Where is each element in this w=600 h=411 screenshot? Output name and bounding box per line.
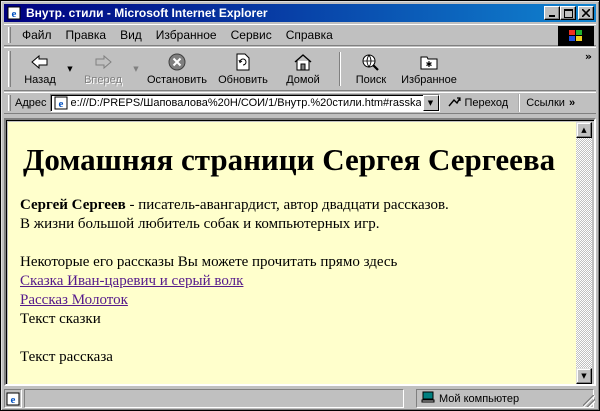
address-url: e:///D:/PREPS/Шаповалова%20Н/СОИ/1/Внутр…: [70, 97, 421, 109]
chevron-down-icon: ▼: [427, 99, 434, 107]
go-arrow-icon: [447, 96, 462, 111]
maximize-button[interactable]: [560, 6, 576, 20]
menu-tools[interactable]: Сервис: [224, 28, 279, 42]
author-name: Сергей Сергеев: [20, 196, 126, 213]
menu-view[interactable]: Вид: [113, 28, 149, 42]
stop-button[interactable]: Остановить: [141, 48, 213, 90]
content-frame: Домашняя страници Сергея Сергеева Сергей…: [4, 118, 596, 386]
browser-window: e Внутр. стили - Microsoft Internet Expl…: [0, 0, 600, 411]
back-button[interactable]: Назад: [15, 48, 65, 90]
link-tale[interactable]: Сказка Иван-царевич и серый волк: [20, 273, 243, 289]
status-page-icon: e: [4, 389, 22, 408]
menu-edit[interactable]: Правка: [59, 28, 114, 42]
toolbar-overflow-chevron-icon[interactable]: »: [585, 50, 592, 63]
favorites-folder-icon: ✱: [419, 52, 439, 72]
forward-arrow-icon: [93, 52, 113, 72]
back-dropdown[interactable]: ▼: [65, 48, 75, 90]
windows-logo-icon: [558, 26, 594, 46]
link-story[interactable]: Рассказ Молоток: [20, 292, 128, 308]
chevron-down-icon: ▼: [67, 65, 73, 73]
back-label: Назад: [24, 74, 56, 86]
menu-help[interactable]: Справка: [279, 28, 340, 42]
stop-icon: [168, 52, 186, 72]
search-button[interactable]: Поиск: [347, 48, 395, 90]
ie-icon: e: [6, 5, 22, 21]
forward-label: Вперед: [84, 74, 122, 86]
window-title: Внутр. стили - Microsoft Internet Explor…: [26, 6, 268, 20]
refresh-icon: [235, 52, 251, 72]
svg-text:e: e: [11, 394, 16, 406]
stories-intro: Некоторые его рассказы Вы можете прочита…: [20, 253, 398, 270]
refresh-label: Обновить: [218, 74, 268, 86]
page-status-icon: e: [6, 392, 20, 406]
favorites-label: Избранное: [401, 74, 457, 86]
svg-text:✱: ✱: [426, 60, 433, 69]
minimize-button[interactable]: [544, 6, 560, 20]
menu-favorites[interactable]: Избранное: [149, 28, 224, 42]
home-button[interactable]: Домой: [273, 48, 333, 90]
minimize-icon: [549, 15, 555, 17]
close-button[interactable]: [578, 6, 594, 20]
search-label: Поиск: [355, 74, 387, 86]
standard-toolbar: Назад ▼ Вперед ▼ Остановить Обновить Дом…: [4, 47, 596, 91]
back-arrow-icon: [30, 52, 50, 72]
home-icon: [293, 52, 313, 72]
toolbar-separator: [339, 52, 341, 86]
menu-file[interactable]: Файл: [15, 28, 59, 42]
forward-dropdown[interactable]: ▼: [131, 48, 141, 90]
menu-bar: Файл Правка Вид Избранное Сервис Справка: [4, 24, 596, 46]
status-text-pane: [24, 389, 404, 408]
svg-text:e: e: [12, 8, 17, 20]
address-bar: Адрес e e:///D:/PREPS/Шаповалова%20Н/СОИ…: [4, 92, 596, 114]
refresh-button[interactable]: Обновить: [213, 48, 273, 90]
zone-label: Мой компьютер: [439, 392, 520, 405]
arrow-up-icon: ▲: [581, 126, 587, 134]
chevron-down-icon: ▼: [133, 65, 139, 73]
page-icon: e: [53, 95, 69, 111]
arrow-down-icon: ▼: [581, 372, 587, 380]
page-heading: Домашняя страници Сергея Сергеева: [23, 142, 556, 177]
status-zone: Мой компьютер: [416, 389, 594, 408]
svg-text:e: e: [58, 98, 63, 110]
close-icon: [582, 9, 590, 17]
resize-grip[interactable]: [583, 395, 595, 407]
scroll-up-button[interactable]: ▲: [576, 122, 592, 138]
address-input[interactable]: e e:///D:/PREPS/Шаповалова%20Н/СОИ/1/Вну…: [49, 94, 440, 112]
title-bar[interactable]: e Внутр. стили - Microsoft Internet Expl…: [4, 4, 596, 22]
stop-label: Остановить: [146, 74, 208, 86]
page-content: Домашняя страници Сергея Сергеева Сергей…: [8, 122, 580, 384]
address-label: Адрес: [15, 97, 47, 109]
menu-grip[interactable]: [8, 27, 11, 43]
intro-line-2: В жизни большой любитель собак и компьют…: [20, 215, 380, 232]
address-grip[interactable]: [8, 95, 11, 111]
address-dropdown-button[interactable]: ▼: [422, 95, 439, 111]
maximize-icon: [563, 8, 573, 18]
status-bar: e Мой компьютер: [4, 389, 596, 408]
toolbar-grip[interactable]: [8, 51, 11, 87]
links-button[interactable]: Ссылки »: [518, 94, 575, 112]
go-button[interactable]: Переход: [447, 96, 509, 111]
tale-text: Текст сказки: [20, 310, 101, 327]
intro-line-1: - писатель-авангардист, автор двадцати р…: [125, 196, 449, 213]
links-chevron-icon: »: [568, 97, 576, 109]
computer-icon: [421, 391, 435, 406]
search-globe-icon: [361, 52, 381, 72]
home-label: Домой: [286, 74, 320, 86]
scroll-down-button[interactable]: ▼: [576, 368, 592, 384]
intro-paragraph: Сергей Сергеев - писатель-авангардист, а…: [20, 196, 568, 215]
links-label: Ссылки: [526, 97, 565, 109]
vertical-scrollbar[interactable]: ▲ ▼: [576, 122, 592, 384]
story-text: Текст рассказа: [20, 348, 113, 365]
favorites-button[interactable]: ✱ Избранное: [395, 48, 463, 90]
forward-button[interactable]: Вперед: [75, 48, 131, 90]
go-label: Переход: [464, 97, 509, 109]
